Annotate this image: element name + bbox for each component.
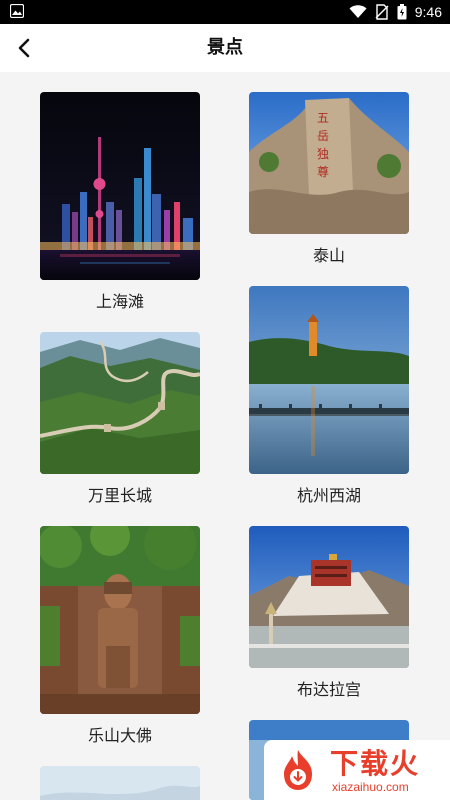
attraction-name: 杭州西湖 — [296, 486, 361, 505]
attraction-card-west-lake[interactable]: 杭州西湖 — [249, 286, 409, 506]
image-icon — [10, 4, 24, 18]
attraction-name: 上海滩 — [95, 292, 144, 311]
attraction-image — [40, 92, 200, 280]
attraction-name: 万里长城 — [87, 486, 152, 505]
attraction-name: 布达拉宫 — [296, 680, 361, 699]
back-button[interactable] — [10, 34, 38, 62]
chevron-left-icon — [18, 38, 30, 58]
attraction-image — [249, 526, 409, 668]
attraction-card-shanghai-bund[interactable]: 上海滩 — [40, 92, 200, 312]
watermark-domain: xiazaihuo.com — [332, 780, 409, 794]
app-bar: 景点 — [0, 24, 450, 72]
attraction-image — [40, 526, 200, 714]
attraction-card-potala-palace[interactable]: 布达拉宫 — [249, 526, 409, 700]
status-time: 9:46 — [414, 4, 442, 20]
watermark-title: 下载火 — [330, 747, 421, 780]
attraction-card-mount-tai[interactable]: 五 岳 独 尊 泰山 — [249, 92, 409, 266]
attraction-name: 泰山 — [312, 246, 345, 265]
svg-text:独: 独 — [317, 147, 329, 161]
attraction-name: 乐山大佛 — [87, 726, 152, 745]
battery-icon — [397, 4, 407, 20]
no-sim-icon — [375, 4, 389, 20]
svg-text:岳: 岳 — [317, 129, 329, 143]
attraction-image — [40, 766, 200, 800]
svg-text:尊: 尊 — [317, 164, 329, 179]
attraction-card-great-wall[interactable]: 万里长城 — [40, 332, 200, 506]
attraction-grid: 上海滩 万里长城 乐山大佛 五 岳 独 尊 泰山 杭州西湖 布达拉宫 — [0, 72, 450, 800]
flame-download-icon — [284, 750, 312, 790]
attraction-card-leshan-buddha[interactable]: 乐山大佛 — [40, 526, 200, 746]
watermark-logo: 下载火 xiazaihuo.com — [264, 740, 450, 800]
svg-text:五: 五 — [317, 111, 329, 125]
attraction-image — [249, 286, 409, 474]
wifi-icon — [349, 5, 367, 18]
attraction-image: 五 岳 独 尊 — [249, 92, 409, 234]
attraction-card[interactable] — [40, 766, 200, 800]
status-bar: 9:46 — [0, 0, 450, 24]
page-title: 景点 — [207, 37, 243, 58]
attraction-image — [40, 332, 200, 474]
status-icons: 9:46 — [349, 3, 442, 21]
